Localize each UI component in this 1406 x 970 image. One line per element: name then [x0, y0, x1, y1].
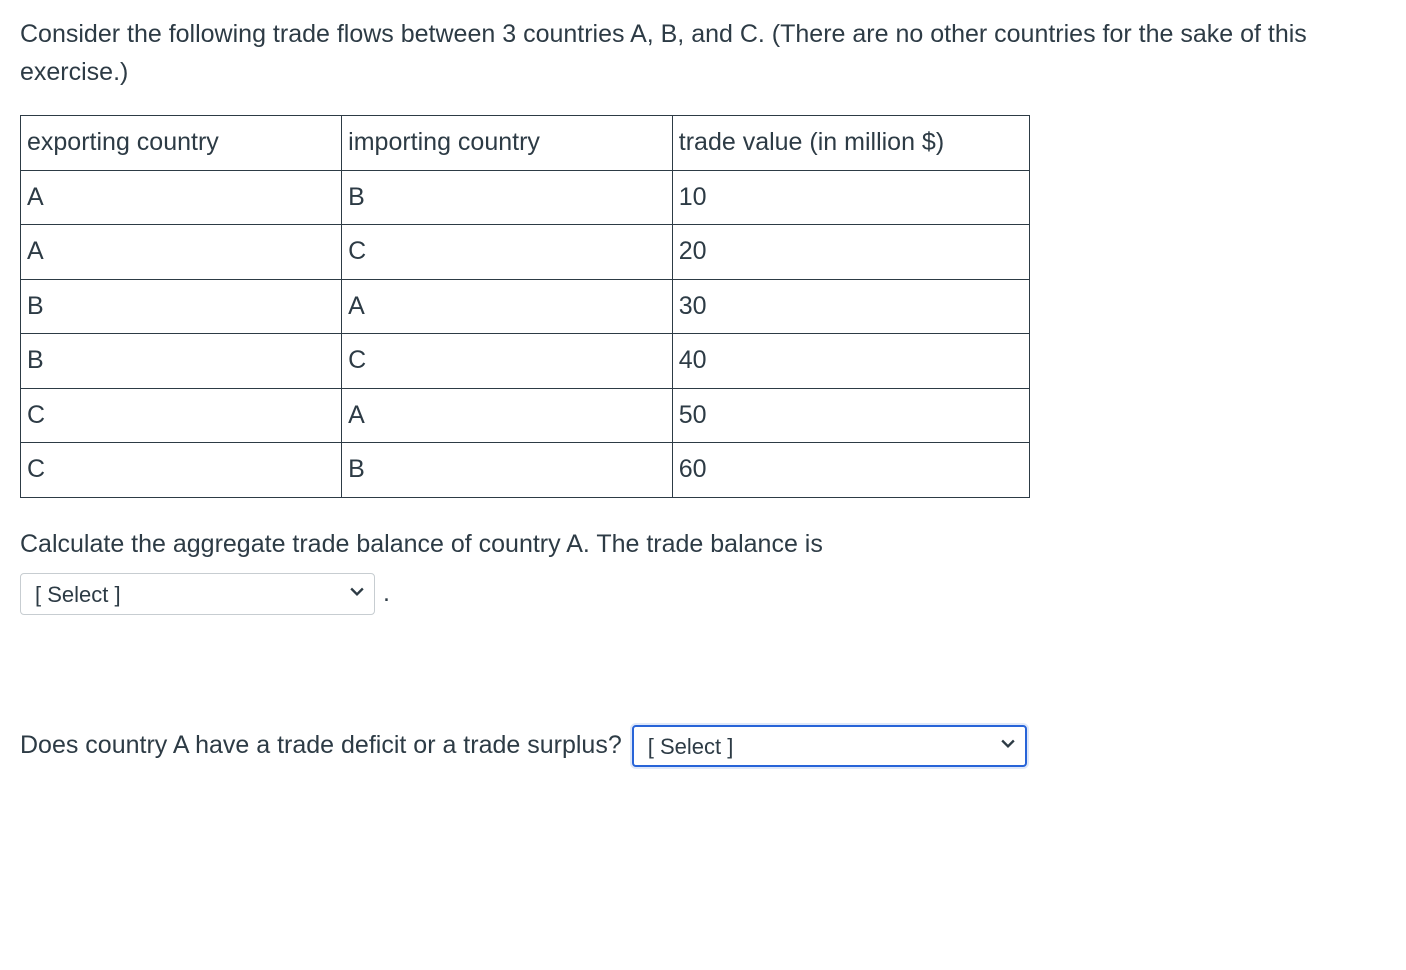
header-exporting: exporting country — [21, 116, 342, 171]
table-row: B A 30 — [21, 279, 1030, 334]
cell-value: 50 — [672, 388, 1029, 443]
q1-period: . — [383, 575, 390, 613]
cell-value: 40 — [672, 334, 1029, 389]
cell-exporting: C — [21, 388, 342, 443]
cell-exporting: B — [21, 334, 342, 389]
q2-select-placeholder: [ Select ] — [648, 730, 734, 763]
cell-exporting: B — [21, 279, 342, 334]
table-row: B C 40 — [21, 334, 1030, 389]
cell-value: 20 — [672, 225, 1029, 280]
q1-prompt: Calculate the aggregate trade balance of… — [20, 526, 1386, 564]
cell-exporting: A — [21, 170, 342, 225]
table-row: C A 50 — [21, 388, 1030, 443]
intro-text: Consider the following trade flows betwe… — [20, 16, 1386, 91]
chevron-down-icon — [350, 587, 364, 601]
table-header-row: exporting country importing country trad… — [21, 116, 1030, 171]
table-row: C B 60 — [21, 443, 1030, 498]
header-importing: importing country — [342, 116, 673, 171]
cell-importing: B — [342, 170, 673, 225]
trade-table: exporting country importing country trad… — [20, 115, 1030, 498]
q1-select[interactable]: [ Select ] — [20, 573, 375, 615]
cell-importing: A — [342, 279, 673, 334]
cell-value: 10 — [672, 170, 1029, 225]
header-value: trade value (in million $) — [672, 116, 1029, 171]
cell-value: 60 — [672, 443, 1029, 498]
cell-value: 30 — [672, 279, 1029, 334]
cell-importing: B — [342, 443, 673, 498]
q2-prompt: Does country A have a trade deficit or a… — [20, 727, 622, 765]
cell-exporting: C — [21, 443, 342, 498]
cell-exporting: A — [21, 225, 342, 280]
table-row: A B 10 — [21, 170, 1030, 225]
cell-importing: C — [342, 334, 673, 389]
chevron-down-icon — [1001, 739, 1015, 753]
table-row: A C 20 — [21, 225, 1030, 280]
cell-importing: A — [342, 388, 673, 443]
cell-importing: C — [342, 225, 673, 280]
q1-select-placeholder: [ Select ] — [35, 578, 121, 611]
q2-select[interactable]: [ Select ] — [632, 725, 1027, 767]
